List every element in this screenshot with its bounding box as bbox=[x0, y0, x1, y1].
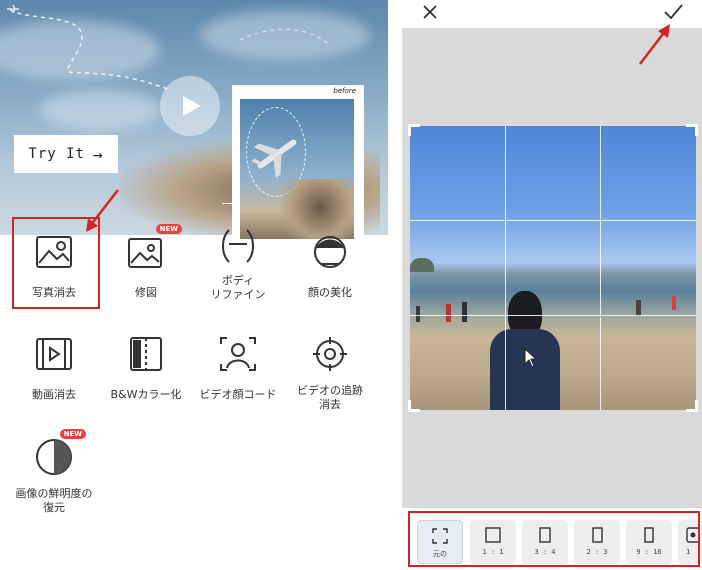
close-icon[interactable] bbox=[420, 2, 440, 22]
feature-label: 動画消去 bbox=[32, 388, 76, 401]
feature-panel: Try It → before 写真消去 NEW 修図 ボディ リファイン 顔の… bbox=[0, 0, 388, 570]
crop-handle-bottom-left[interactable] bbox=[408, 400, 420, 412]
beachgoer bbox=[462, 302, 467, 322]
body-refine-icon bbox=[218, 226, 258, 266]
grid-line bbox=[600, 126, 601, 410]
crop-handle-top-left[interactable] bbox=[408, 124, 420, 136]
before-label: before bbox=[333, 87, 356, 95]
beachgoer bbox=[446, 304, 451, 322]
feature-label: 顔の美化 bbox=[308, 286, 352, 299]
try-it-label: Try It bbox=[28, 146, 85, 162]
feature-label: ボディ リファイン bbox=[210, 274, 266, 301]
new-badge: NEW bbox=[59, 429, 86, 439]
crop-editor: 元の 1 : 1 3 : 4 2 : 3 9 : 16 1 bbox=[400, 0, 702, 570]
beachgoer bbox=[416, 306, 420, 322]
feature-label: 写真消去 bbox=[32, 286, 76, 299]
face-beautify-icon bbox=[310, 232, 350, 272]
arrow-right-icon: → bbox=[92, 144, 104, 164]
cursor-icon bbox=[524, 348, 538, 368]
grid-line bbox=[505, 126, 506, 410]
editor-toolbar bbox=[400, 0, 702, 28]
video-remove-icon bbox=[34, 334, 74, 374]
feature-label: B&Wカラー化 bbox=[110, 388, 182, 401]
feature-label: ビデオ顔コード bbox=[199, 388, 277, 401]
image-edit-icon: NEW bbox=[126, 224, 182, 272]
crop-handle-top-right[interactable] bbox=[686, 124, 698, 136]
panel-divider bbox=[388, 0, 400, 570]
play-icon bbox=[183, 96, 201, 116]
photo-remove-icon bbox=[34, 232, 74, 272]
feature-face-beautify[interactable]: 顔の美化 bbox=[284, 220, 376, 312]
video-track-icon bbox=[310, 334, 350, 374]
feature-clarity-restore[interactable]: NEW 画像の鮮明度の 復元 bbox=[8, 425, 100, 517]
try-it-button[interactable]: Try It → bbox=[14, 135, 118, 173]
connector-line bbox=[222, 203, 232, 204]
video-face-icon bbox=[218, 334, 258, 374]
feature-video-remove[interactable]: 動画消去 bbox=[8, 322, 100, 414]
feature-image-edit[interactable]: NEW 修図 bbox=[100, 220, 192, 312]
grid-line bbox=[410, 315, 696, 316]
check-icon[interactable] bbox=[662, 2, 684, 22]
plane-icon bbox=[7, 4, 19, 14]
beachgoer bbox=[636, 300, 641, 316]
clarity-restore-icon: NEW bbox=[34, 429, 86, 477]
crop-canvas bbox=[402, 28, 702, 508]
beachgoer bbox=[672, 296, 676, 310]
feature-label: ビデオの追跡 消去 bbox=[297, 384, 363, 411]
new-badge: NEW bbox=[155, 224, 182, 234]
feature-video-face[interactable]: ビデオ顔コード bbox=[192, 322, 284, 414]
highlight-box bbox=[408, 511, 700, 567]
feature-label: 画像の鮮明度の 復元 bbox=[15, 487, 93, 514]
feature-video-track[interactable]: ビデオの追跡 消去 bbox=[284, 322, 376, 414]
airplane-icon bbox=[251, 139, 297, 179]
crop-photo[interactable] bbox=[410, 126, 696, 410]
grid-line bbox=[410, 220, 696, 221]
feature-label: 修図 bbox=[135, 286, 157, 299]
distant-hill bbox=[410, 258, 434, 272]
person-body bbox=[490, 329, 560, 410]
crop-handle-bottom-right[interactable] bbox=[686, 400, 698, 412]
feature-photo-remove[interactable]: 写真消去 bbox=[8, 220, 100, 312]
bw-colorize-icon bbox=[126, 334, 166, 374]
feature-bw-colorize[interactable]: B&Wカラー化 bbox=[100, 322, 192, 414]
feature-body-refine[interactable]: ボディ リファイン bbox=[192, 214, 284, 306]
play-button[interactable] bbox=[160, 76, 220, 136]
